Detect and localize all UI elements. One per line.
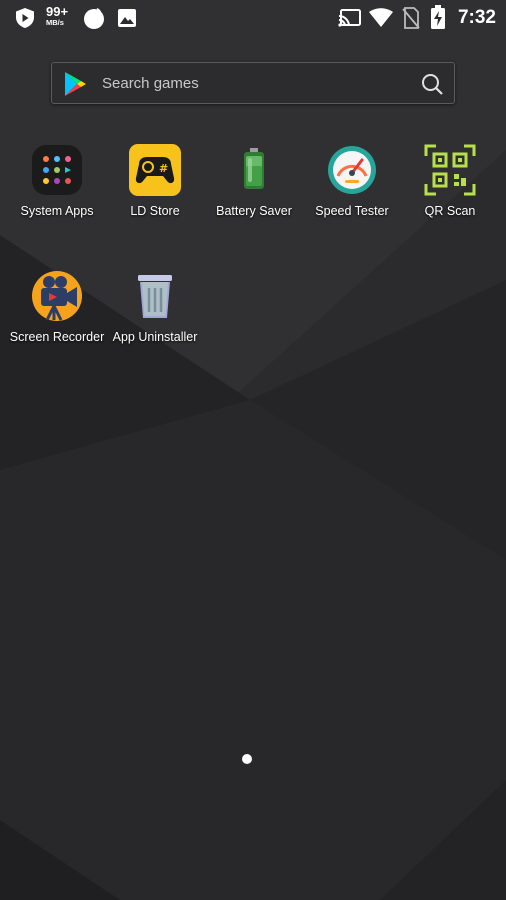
video-camera-icon (29, 268, 85, 324)
speedometer-icon (324, 142, 380, 198)
system-apps-folder-icon (29, 142, 85, 198)
image-icon (118, 9, 136, 27)
search-icon[interactable] (420, 72, 444, 96)
app-label: Screen Recorder (9, 330, 105, 344)
app-speed-tester[interactable]: Speed Tester (302, 142, 402, 218)
app-qr-scan[interactable]: QR Scan (400, 142, 500, 218)
trash-icon (127, 268, 183, 324)
app-label: LD Store (130, 204, 180, 218)
gamepad-icon: # (127, 142, 183, 198)
app-label: QR Scan (424, 204, 476, 218)
app-app-uninstaller[interactable]: App Uninstaller (105, 268, 205, 344)
shield-icon (16, 8, 34, 28)
app-screen-recorder[interactable]: Screen Recorder (7, 268, 107, 344)
app-label: Speed Tester (315, 204, 389, 218)
network-speed: 99+ MB/s (46, 5, 74, 27)
app-ld-store[interactable]: # LD Store (105, 142, 205, 218)
qr-code-icon (422, 142, 478, 198)
cast-icon (338, 9, 361, 27)
app-label: App Uninstaller (112, 330, 198, 344)
battery-icon (226, 142, 282, 198)
status-bar: 99+ MB/s 7:32 (0, 0, 506, 36)
clock: 7:32 (457, 7, 496, 28)
app-label: System Apps (20, 204, 94, 218)
wifi-icon (369, 8, 393, 27)
search-placeholder: Search games (102, 75, 199, 92)
svg-text:#: # (159, 162, 168, 175)
page-indicator-dot (242, 754, 252, 764)
network-speed-value: 99+ (46, 4, 69, 19)
battery-charging-icon (431, 5, 445, 29)
search-bar[interactable]: Search games (51, 62, 455, 104)
wallpaper (0, 0, 506, 900)
app-battery-saver[interactable]: Battery Saver (204, 142, 304, 218)
network-speed-unit: MB/s (46, 18, 64, 27)
app-system-apps[interactable]: System Apps (7, 142, 107, 218)
app-label: Battery Saver (216, 204, 292, 218)
cloud-icon (84, 8, 104, 29)
no-sim-icon (402, 7, 420, 29)
play-store-icon (65, 72, 86, 96)
